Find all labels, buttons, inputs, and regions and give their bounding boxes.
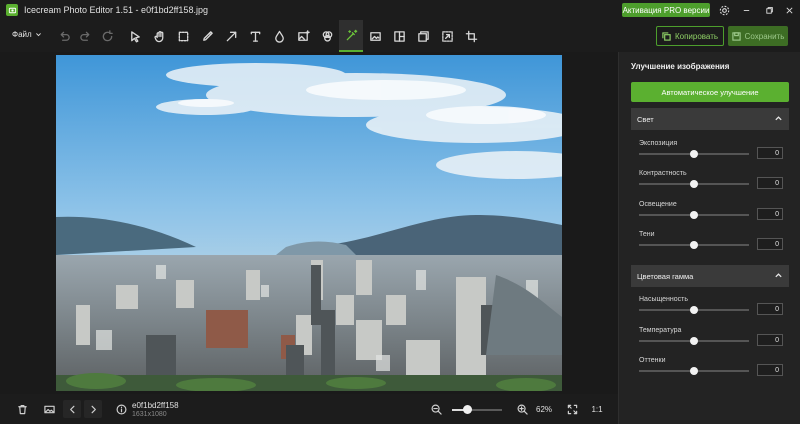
slider-label: Температура <box>639 327 682 334</box>
crop-tool-icon[interactable] <box>459 20 483 52</box>
slider-value-input[interactable]: 0 <box>757 147 783 159</box>
settings-gear-icon[interactable] <box>713 2 735 18</box>
window-title: Icecream Photo Editor 1.51 - e0f1bd2ff15… <box>24 5 208 15</box>
image-dimensions: 1631x1080 <box>132 411 167 418</box>
chevron-left-icon <box>69 405 74 413</box>
blur-tool-icon[interactable] <box>267 20 291 52</box>
slider-label: Оттенки <box>639 357 666 364</box>
frame-tool-icon[interactable] <box>363 20 387 52</box>
slider-knob[interactable] <box>690 306 698 314</box>
slider-lighting: Освещение 0 <box>639 201 785 227</box>
collage-tool-icon[interactable] <box>387 20 411 52</box>
layers-tool-icon[interactable] <box>411 20 435 52</box>
reset-icon[interactable] <box>95 20 119 52</box>
pointer-tool-icon[interactable] <box>123 20 147 52</box>
slider-knob[interactable] <box>690 337 698 345</box>
slider-track[interactable] <box>639 337 749 345</box>
trash-icon[interactable] <box>13 400 31 418</box>
zoom-slider-knob[interactable] <box>463 405 472 414</box>
chevron-right-icon <box>91 405 96 413</box>
gallery-icon[interactable] <box>40 400 58 418</box>
slider-label: Тени <box>639 231 655 238</box>
section-color-label: Цветовая гамма <box>637 271 694 281</box>
copy-icon <box>662 31 671 41</box>
slider-knob[interactable] <box>690 211 698 219</box>
slider-track[interactable] <box>639 306 749 314</box>
save-button-label: Сохранить <box>744 31 785 41</box>
slider-track[interactable] <box>639 150 749 158</box>
fit-screen-icon[interactable] <box>563 400 581 418</box>
slider-temperature: Температура 0 <box>639 327 785 353</box>
actual-size-button[interactable]: 1:1 <box>588 400 606 418</box>
copy-button-label: Копировать <box>674 31 719 41</box>
enhance-magic-wand-icon[interactable] <box>339 20 363 52</box>
zoom-in-icon[interactable] <box>513 400 531 418</box>
slider-label: Насыщенность <box>639 296 689 303</box>
file-menu[interactable]: Файл <box>12 30 42 39</box>
slider-label: Экспозиция <box>639 140 678 147</box>
panel-title: Улучшение изображения <box>631 62 730 71</box>
text-tool-icon[interactable] <box>243 20 267 52</box>
slider-exposure: Экспозиция 0 <box>639 140 785 166</box>
slider-label: Освещение <box>639 201 677 208</box>
slider-label: Контрастность <box>639 170 687 177</box>
enhance-panel: Улучшение изображения Автоматическое улу… <box>618 52 800 424</box>
save-button[interactable]: Сохранить <box>728 26 788 46</box>
arrow-tool-icon[interactable] <box>219 20 243 52</box>
canvas-area[interactable] <box>0 52 618 394</box>
slider-value-input[interactable]: 0 <box>757 334 783 346</box>
minimize-icon[interactable] <box>735 2 757 18</box>
close-icon[interactable] <box>778 2 800 18</box>
hand-tool-icon[interactable] <box>147 20 171 52</box>
slider-knob[interactable] <box>690 241 698 249</box>
restore-icon[interactable] <box>758 2 780 18</box>
chevron-up-icon <box>774 114 783 123</box>
slider-contrast: Контрастность 0 <box>639 170 785 196</box>
slider-value-input[interactable]: 0 <box>757 238 783 250</box>
image-tool-icon[interactable] <box>291 20 315 52</box>
slider-track[interactable] <box>639 180 749 188</box>
selection-tool-icon[interactable] <box>171 20 195 52</box>
file-menu-label: Файл <box>12 30 32 39</box>
auto-enhance-button[interactable]: Автоматическое улучшение <box>631 82 789 102</box>
slider-shadows: Тени 0 <box>639 231 785 257</box>
previous-image-button[interactable] <box>63 400 81 418</box>
slider-tint: Оттенки 0 <box>639 357 785 383</box>
next-image-button[interactable] <box>84 400 102 418</box>
resize-tool-icon[interactable] <box>435 20 459 52</box>
filters-tool-icon[interactable] <box>315 20 339 52</box>
brush-tool-icon[interactable] <box>195 20 219 52</box>
slider-saturation: Насыщенность 0 <box>639 296 785 322</box>
section-light-header[interactable]: Свет <box>631 108 789 130</box>
copy-button[interactable]: Копировать <box>656 26 724 46</box>
activate-pro-button[interactable]: Активация PRO версии <box>622 3 710 17</box>
slider-value-input[interactable]: 0 <box>757 364 783 376</box>
save-icon <box>731 31 741 41</box>
toolbar: Файл Копировать Сохранить <box>0 20 800 52</box>
photo-image <box>56 55 562 391</box>
section-color-header[interactable]: Цветовая гамма <box>631 265 789 287</box>
chevron-down-icon <box>35 33 41 37</box>
status-bar: e0f1bd2ff158 1631x1080 62% 1:1 <box>0 394 618 424</box>
slider-value-input[interactable]: 0 <box>757 303 783 315</box>
app-logo-icon <box>6 4 18 16</box>
section-light-label: Свет <box>637 114 654 124</box>
slider-track[interactable] <box>639 211 749 219</box>
slider-knob[interactable] <box>690 180 698 188</box>
chevron-up-icon <box>774 271 783 280</box>
slider-knob[interactable] <box>690 367 698 375</box>
redo-icon[interactable] <box>73 20 97 52</box>
slider-value-input[interactable]: 0 <box>757 177 783 189</box>
zoom-slider[interactable] <box>452 405 502 414</box>
slider-track[interactable] <box>639 241 749 249</box>
image-filename: e0f1bd2ff158 <box>132 401 179 410</box>
zoom-level: 62% <box>536 405 553 414</box>
info-icon[interactable] <box>112 400 130 418</box>
slider-value-input[interactable]: 0 <box>757 208 783 220</box>
slider-track[interactable] <box>639 367 749 375</box>
zoom-out-icon[interactable] <box>427 400 445 418</box>
title-bar: Icecream Photo Editor 1.51 - e0f1bd2ff15… <box>0 0 800 20</box>
slider-knob[interactable] <box>690 150 698 158</box>
